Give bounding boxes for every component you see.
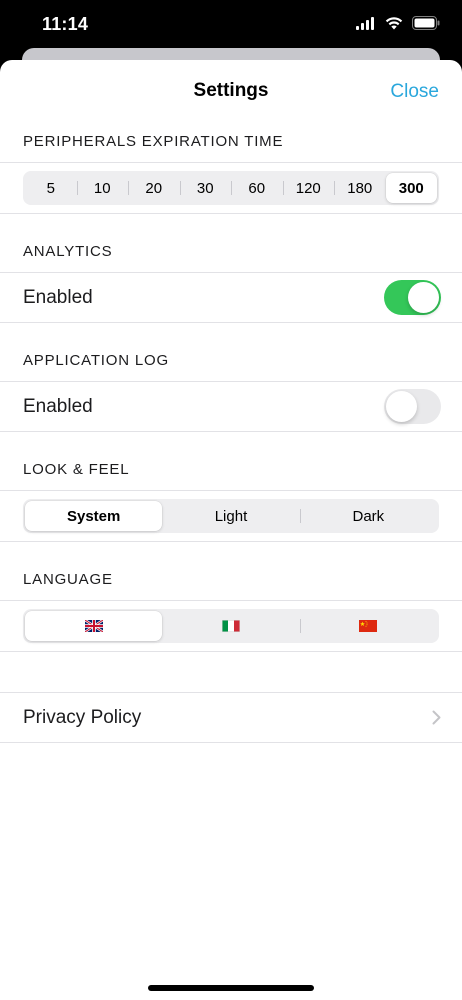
segment-180[interactable]: 180 [334, 173, 386, 203]
language-segmented-control [23, 609, 439, 643]
china-flag-icon [359, 620, 378, 632]
home-indicator[interactable] [148, 985, 314, 991]
segment-system[interactable]: System [25, 501, 163, 531]
segment-30[interactable]: 30 [179, 173, 232, 203]
segment-60[interactable]: 60 [231, 173, 283, 203]
status-icons [356, 16, 440, 30]
segment-20[interactable]: 20 [128, 173, 180, 203]
analytics-row: Enabled [0, 273, 462, 322]
italy-flag-icon [221, 620, 240, 632]
segment-italian[interactable] [162, 611, 299, 641]
look-feel-section: System Light Dark [0, 490, 462, 542]
analytics-header: ANALYTICS [23, 243, 113, 260]
nav-bar: Settings Close [0, 60, 462, 122]
app-log-header: APPLICATION LOG [23, 352, 169, 369]
uk-flag-icon [84, 620, 103, 632]
analytics-toggle[interactable] [384, 280, 441, 315]
toggle-knob [408, 282, 439, 313]
close-button[interactable]: Close [390, 81, 439, 103]
privacy-section: Privacy Policy [0, 692, 462, 743]
privacy-policy-row[interactable]: Privacy Policy [0, 693, 462, 742]
toggle-knob [386, 391, 417, 422]
signal-icon [356, 16, 374, 30]
segment-english[interactable] [25, 611, 163, 641]
chevron-right-icon [432, 710, 441, 725]
segment-5[interactable]: 5 [25, 173, 77, 203]
app-log-row: Enabled [0, 382, 462, 431]
language-section [0, 600, 462, 652]
app-log-section: Enabled [0, 381, 462, 432]
analytics-section: Enabled [0, 272, 462, 323]
app-log-toggle[interactable] [384, 389, 441, 424]
analytics-label: Enabled [23, 286, 93, 308]
status-time: 11:14 [42, 14, 89, 34]
segment-120[interactable]: 120 [282, 173, 335, 203]
status-bar: 11:14 [0, 0, 462, 50]
segment-10[interactable]: 10 [76, 173, 129, 203]
theme-segmented-control: System Light Dark [23, 499, 439, 533]
wifi-icon [385, 17, 403, 30]
app-log-label: Enabled [23, 395, 93, 417]
privacy-policy-label: Privacy Policy [23, 706, 142, 728]
settings-sheet: Settings Close PERIPHERALS EXPIRATION TI… [0, 60, 462, 1000]
segment-light[interactable]: Light [162, 501, 299, 531]
battery-icon [412, 16, 440, 30]
look-feel-header: LOOK & FEEL [23, 461, 130, 478]
expiration-segmented-control: 5 10 20 30 60 120 180 300 [23, 171, 439, 205]
peripherals-header: PERIPHERALS EXPIRATION TIME [23, 133, 284, 150]
segment-300[interactable]: 300 [385, 173, 437, 203]
language-header: LANGUAGE [23, 571, 113, 588]
peripherals-section: 5 10 20 30 60 120 180 300 [0, 162, 462, 214]
segment-dark[interactable]: Dark [299, 501, 437, 531]
segment-chinese[interactable] [299, 611, 437, 641]
